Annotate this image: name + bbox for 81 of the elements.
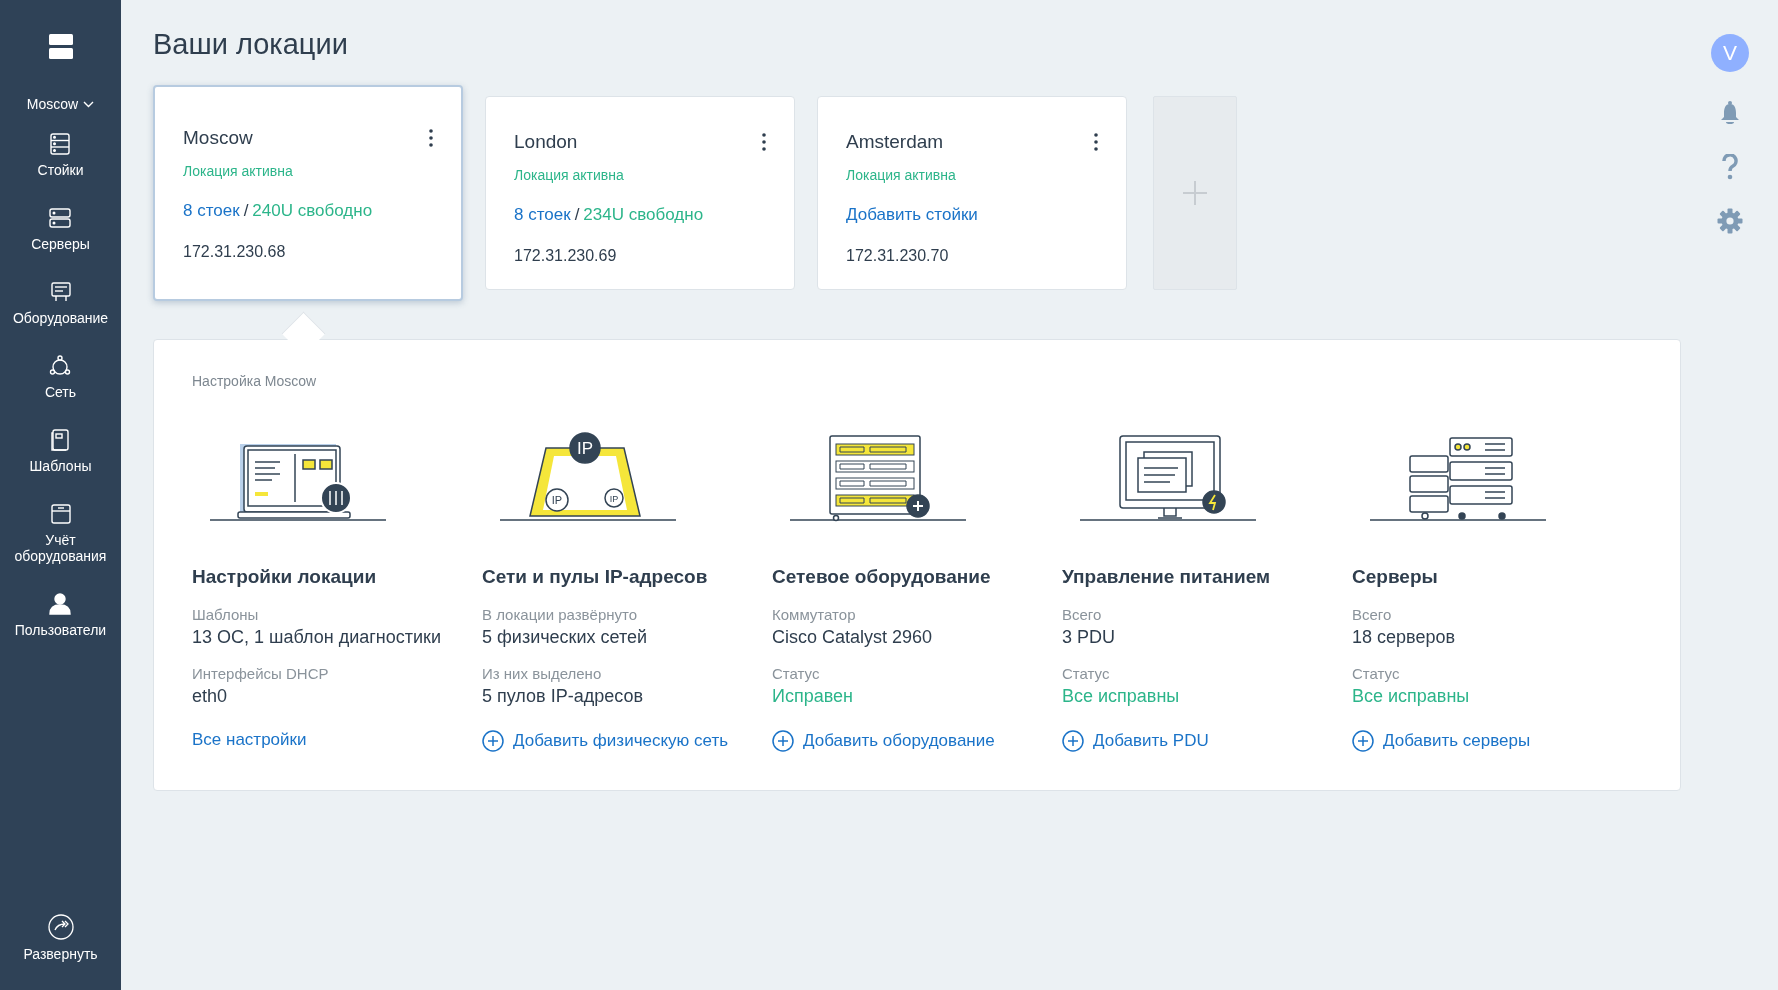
network-icon <box>48 354 73 378</box>
section-title: Управление питанием <box>1062 566 1271 588</box>
nav-item[interactable]: Серверы <box>31 206 90 252</box>
status-value: Исправен <box>772 686 854 707</box>
logo-icon <box>48 34 73 60</box>
section-title: Серверы <box>1352 566 1438 588</box>
server-icon <box>48 206 73 230</box>
settings-link[interactable]: Все настройки <box>192 730 307 750</box>
expand-button[interactable]: Развернуть <box>23 914 98 962</box>
user-icon <box>48 592 73 616</box>
ip-network-drawing: IP IP IP <box>500 432 676 522</box>
racks-link[interactable]: 8 стоек <box>183 201 240 221</box>
chevron-down-icon <box>83 100 95 108</box>
section-title: Сетевое оборудование <box>772 566 991 588</box>
field-label: Интерфейсы DHCP <box>192 665 329 682</box>
status-value: Все исправны <box>1352 686 1470 707</box>
field-label: Статус <box>1062 665 1110 682</box>
field-label: Всего <box>1062 606 1102 623</box>
add-circle-icon <box>1062 730 1084 752</box>
location-name: Moscow <box>183 127 253 149</box>
field-value: 18 серверов <box>1352 627 1455 648</box>
add-link[interactable]: Добавить оборудование <box>772 730 995 752</box>
add-circle-icon <box>482 730 504 752</box>
location-status: Локация активна <box>183 163 294 179</box>
ip-address: 172.31.230.69 <box>514 247 618 265</box>
add-link[interactable]: Добавить серверы <box>1352 730 1531 752</box>
section-title: Настройки локации <box>192 566 377 588</box>
field-label: Шаблоны <box>192 606 259 623</box>
field-value: 5 физических сетей <box>482 627 648 648</box>
nav-item[interactable]: Сеть <box>44 354 77 400</box>
field-label: Коммутатор <box>772 606 856 623</box>
location-card[interactable]: Moscow Локация активна 8 стоек / 240U свободно 172.31.230.68 <box>153 85 463 301</box>
nav-item[interactable]: Учёт оборудования <box>5 502 116 564</box>
add-link[interactable]: Добавить PDU <box>1062 730 1209 752</box>
field-value: 13 ОС, 1 шаблон диагностики <box>192 627 441 648</box>
bell-icon[interactable] <box>1719 100 1741 126</box>
separator: / <box>243 201 249 221</box>
field-label: В локации развёрнуто <box>482 606 638 623</box>
field-label: Статус <box>772 665 820 682</box>
box-icon <box>48 502 73 526</box>
ip-address: 172.31.230.70 <box>846 247 950 265</box>
page-title: Ваши локации <box>153 28 349 61</box>
location-name: Amsterdam <box>846 131 944 153</box>
add-link[interactable]: Добавить физическую сеть <box>482 730 729 752</box>
location-dropdown[interactable]: Moscow <box>26 96 95 112</box>
ip-address: 172.31.230.68 <box>183 243 287 261</box>
more-icon[interactable] <box>762 133 766 151</box>
panel-title: Настройка Moscow <box>192 373 317 389</box>
location-status: Локация активна <box>514 167 625 183</box>
field-label: Из них выделено <box>482 665 602 682</box>
free-space: 234U свободно <box>583 205 704 225</box>
nav-item[interactable]: Пользователи <box>14 592 107 638</box>
add-racks-link[interactable]: Добавить стойки <box>846 205 978 225</box>
free-space: 240U свободно <box>252 201 373 221</box>
separator: / <box>574 205 580 225</box>
field-label: Статус <box>1352 665 1400 682</box>
add-circle-icon <box>1352 730 1374 752</box>
location-status: Локация активна <box>846 167 957 183</box>
expand-icon <box>47 914 74 940</box>
field-value: eth0 <box>192 686 228 707</box>
location-card[interactable]: London Локация активна 8 стоек / 234U свободно 172.31.230.69 <box>485 96 795 290</box>
nav-item[interactable]: Стойки <box>37 132 84 178</box>
server-rack-icon <box>48 132 73 156</box>
nav-item[interactable]: Оборудование <box>12 280 109 326</box>
field-value: Cisco Catalyst 2960 <box>772 627 933 648</box>
more-icon[interactable] <box>429 129 433 147</box>
section-title: Сети и пулы IP-адресов <box>482 566 708 588</box>
field-value: 3 PDU <box>1062 627 1115 648</box>
add-circle-icon <box>772 730 794 752</box>
plus-icon <box>1182 180 1208 206</box>
nav-item[interactable]: Шаблоны <box>29 428 92 474</box>
field-label: Всего <box>1352 606 1392 623</box>
location-card[interactable]: Amsterdam Локация активна Добавить стойки 172.31.230.70 <box>817 96 1127 290</box>
more-icon[interactable] <box>1094 133 1098 151</box>
help-icon[interactable] <box>1722 154 1738 180</box>
location-name: London <box>514 131 578 153</box>
field-value: 5 пулов IP-адресов <box>482 686 643 707</box>
racks-link[interactable]: 8 стоек <box>514 205 571 225</box>
settings-icon[interactable] <box>1717 208 1743 234</box>
monitor-icon <box>48 280 73 304</box>
status-value: Все исправны <box>1062 686 1180 707</box>
